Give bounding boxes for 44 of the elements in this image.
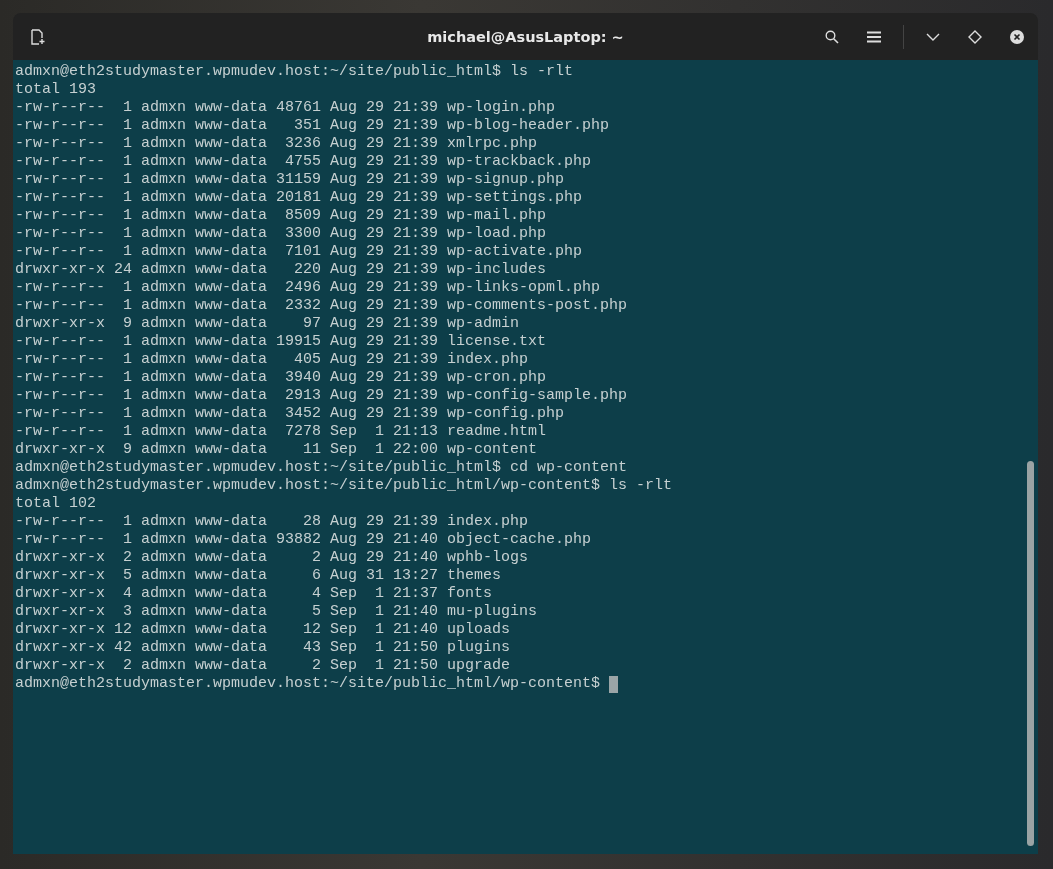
new-tab-icon[interactable] — [31, 28, 45, 45]
search-icon[interactable] — [825, 29, 839, 44]
terminal-line: drwxr-xr-x 2 admxn www-data 2 Sep 1 21:50 upgrade — [15, 657, 511, 675]
terminal-line: -rw-r--r-- 1 admxn www-data 20181 Aug 29 21:39 wp-settings.php — [15, 189, 583, 207]
window-title: michael@AsusLaptop: ~ — [427, 28, 624, 45]
terminal-line: -rw-r--r-- 1 admxn www-data 31159 Aug 29 21:39 wp-signup.php — [15, 171, 565, 189]
menu-icon[interactable] — [867, 30, 881, 43]
terminal-line: drwxr-xr-x 9 admxn www-data 11 Sep 1 22:00 wp-content — [15, 441, 538, 459]
terminal-line: -rw-r--r-- 1 admxn www-data 19915 Aug 29 21:39 license.txt — [15, 333, 547, 351]
terminal-line: -rw-r--r-- 1 admxn www-data 93882 Aug 29 21:40 object-cache.php — [15, 531, 592, 549]
scrollbar-thumb[interactable] — [1026, 461, 1034, 846]
terminal-line: -rw-r--r-- 1 admxn www-data 3452 Aug 29 21:39 wp-config.php — [15, 405, 565, 423]
terminal-line: -rw-r--r-- 1 admxn www-data 2332 Aug 29 21:39 wp-comments-post.php — [15, 297, 628, 315]
terminal-line: total 102 — [15, 495, 96, 513]
terminal-line: drwxr-xr-x 9 admxn www-data 97 Aug 29 21:39 wp-admin — [15, 315, 520, 333]
terminal-line: drwxr-xr-x 3 admxn www-data 5 Sep 1 21:40 mu-plugins — [15, 603, 538, 621]
terminal-line: admxn@eth2studymaster.wpmudev.host:~/site/public_html$ ls -rlt — [15, 63, 574, 81]
terminal-line: drwxr-xr-x 12 admxn www-data 12 Sep 1 21:40 uploads — [15, 621, 511, 639]
diamond-icon[interactable] — [968, 29, 982, 44]
terminal-line: -rw-r--r-- 1 admxn www-data 7101 Aug 29 21:39 wp-activate.php — [15, 243, 583, 261]
terminal-line: drwxr-xr-x 5 admxn www-data 6 Aug 31 13:27 themes — [15, 567, 502, 585]
chevron-down-icon[interactable] — [926, 32, 940, 41]
close-icon[interactable] — [1010, 29, 1024, 44]
terminal-line: drwxr-xr-x 2 admxn www-data 2 Aug 29 21:40 wphb-logs — [15, 549, 529, 567]
terminal-line: -rw-r--r-- 1 admxn www-data 2913 Aug 29 21:39 wp-config-sample.php — [15, 387, 628, 405]
terminal-line: -rw-r--r-- 1 admxn www-data 48761 Aug 29 21:39 wp-login.php — [15, 99, 556, 117]
terminal-line: -rw-r--r-- 1 admxn www-data 3300 Aug 29 21:39 wp-load.php — [15, 225, 547, 243]
terminal-line: -rw-r--r-- 1 admxn www-data 7278 Sep 1 21:13 readme.html — [15, 423, 547, 441]
terminal-line: admxn@eth2studymaster.wpmudev.host:~/site/public_html/wp-content$ ls -rlt — [15, 477, 673, 495]
terminal-line: -rw-r--r-- 1 admxn www-data 2496 Aug 29 21:39 wp-links-opml.php — [15, 279, 601, 297]
terminal-line: drwxr-xr-x 24 admxn www-data 220 Aug 29 21:39 wp-includes — [15, 261, 547, 279]
terminal-line: -rw-r--r-- 1 admxn www-data 3236 Aug 29 21:39 xmlrpc.php — [15, 135, 538, 153]
terminal-line: drwxr-xr-x 42 admxn www-data 43 Sep 1 21:50 plugins — [15, 639, 511, 657]
terminal-line: total 193 — [15, 81, 96, 99]
text-cursor — [609, 675, 619, 693]
terminal-line: -rw-r--r-- 1 admxn www-data 8509 Aug 29 21:39 wp-mail.php — [15, 207, 547, 225]
terminal-line: -rw-r--r-- 1 admxn www-data 28 Aug 29 21:39 index.php — [15, 513, 529, 531]
terminal-line: -rw-r--r-- 1 admxn www-data 4755 Aug 29 21:39 wp-trackback.php — [15, 153, 592, 171]
terminal-line: -rw-r--r-- 1 admxn www-data 351 Aug 29 21:39 wp-blog-header.php — [15, 117, 610, 135]
terminal-line: drwxr-xr-x 4 admxn www-data 4 Sep 1 21:37 fonts — [15, 585, 493, 603]
terminal-prompt: admxn@eth2studymaster.wpmudev.host:~/site/public_html/wp-content$ — [15, 675, 601, 693]
terminal-line: -rw-r--r-- 1 admxn www-data 405 Aug 29 21:39 index.php — [15, 351, 529, 369]
terminal-line: admxn@eth2studymaster.wpmudev.host:~/site/public_html$ cd wp-content — [15, 459, 628, 477]
terminal-line: -rw-r--r-- 1 admxn www-data 3940 Aug 29 21:39 wp-cron.php — [15, 369, 547, 387]
